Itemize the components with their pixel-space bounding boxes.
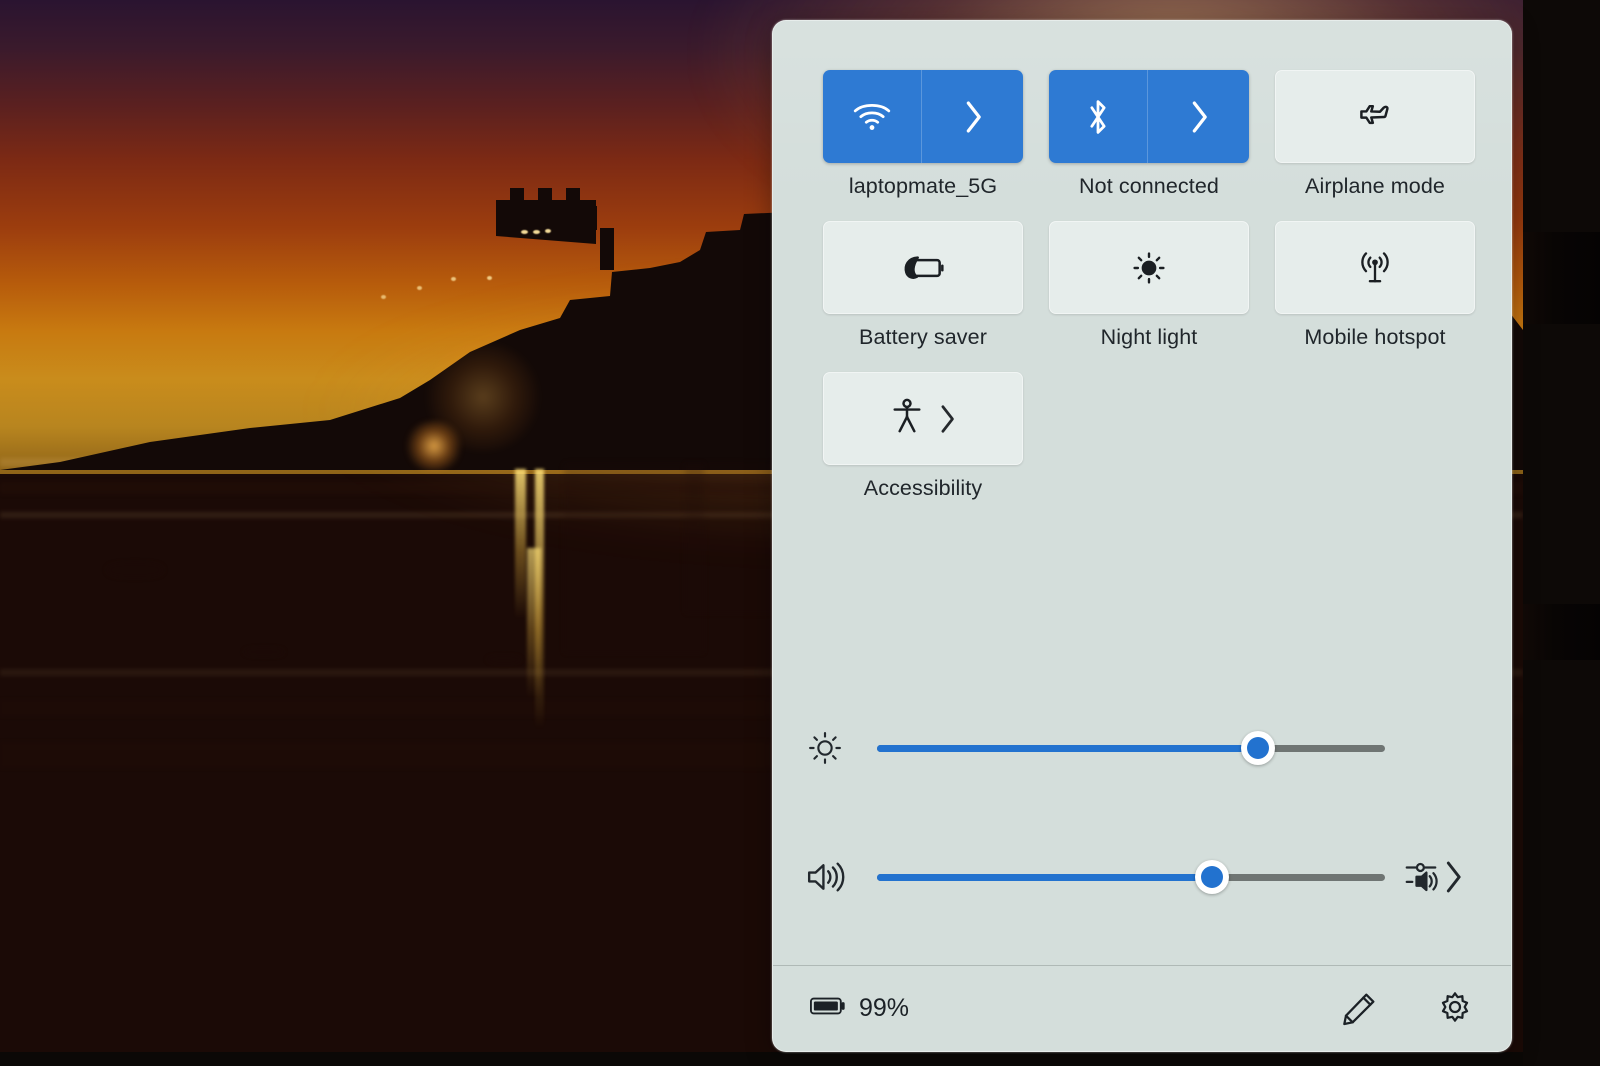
audio-output-chevron-right-icon[interactable]	[1443, 860, 1463, 894]
accessibility-person-icon[interactable]	[890, 397, 924, 440]
volume-high-icon	[773, 858, 877, 896]
tile-wifi[interactable]	[823, 70, 1023, 163]
audio-output-mixer-icon[interactable]	[1403, 857, 1439, 898]
desktop: laptopmate_5G Not connected Airplane mod…	[0, 0, 1600, 1066]
airplane-icon[interactable]	[1275, 70, 1475, 163]
footer-actions	[1339, 989, 1475, 1029]
brightness-slider-track[interactable]	[877, 731, 1385, 765]
quick-settings-panel[interactable]: laptopmate_5G Not connected Airplane mod…	[772, 20, 1512, 1052]
brightness-slider-fill	[877, 744, 1258, 752]
pencil-edit-icon[interactable]	[1339, 989, 1379, 1029]
tile-airplane-mode[interactable]	[1275, 70, 1475, 163]
tile-label-bluetooth: Not connected	[1079, 174, 1219, 198]
brightness-sun-icon[interactable]	[1049, 221, 1249, 314]
volume-slider-thumb[interactable]	[1195, 860, 1230, 894]
brightness-slider-thumb[interactable]	[1241, 731, 1275, 765]
quick-settings-tile-grid: laptopmate_5G Not connected Airplane mod…	[823, 70, 1475, 515]
quick-settings-footer: 99%	[773, 965, 1511, 1051]
tile-label-mobile-hotspot: Mobile hotspot	[1304, 325, 1446, 349]
gear-settings-icon[interactable]	[1435, 989, 1475, 1029]
tile-label-airplane-mode: Airplane mode	[1305, 174, 1445, 198]
audio-output-selector[interactable]	[1385, 857, 1511, 898]
battery-percent-label: 99%	[859, 994, 910, 1022]
battery-full-icon	[809, 994, 847, 1023]
background-dark-region-3	[1523, 660, 1600, 1066]
tile-row-3: Accessibility	[823, 372, 1475, 501]
wifi-icon[interactable]	[823, 70, 921, 163]
background-dark-region-2	[1523, 324, 1600, 604]
hotspot-icon[interactable]	[1275, 221, 1475, 314]
tile-accessibility[interactable]	[823, 372, 1023, 465]
brightness-slider-row[interactable]	[773, 718, 1511, 778]
volume-slider-fill	[877, 873, 1213, 881]
battery-saver-icon[interactable]	[823, 221, 1023, 314]
tile-mobile-hotspot[interactable]	[1275, 221, 1475, 314]
tile-label-battery-saver: Battery saver	[859, 325, 987, 349]
volume-slider-row[interactable]	[773, 847, 1511, 907]
tile-label-accessibility: Accessibility	[863, 476, 983, 500]
tile-battery-saver[interactable]	[823, 221, 1023, 314]
bluetooth-chevron-right-icon[interactable]	[1147, 70, 1249, 163]
bluetooth-icon[interactable]	[1049, 70, 1147, 163]
accessibility-chevron-right-icon[interactable]	[938, 404, 956, 434]
tile-row-2: Battery saver Night light Mobile hotspot	[823, 221, 1475, 350]
tile-row-1: laptopmate_5G Not connected Airplane mod…	[823, 70, 1475, 199]
battery-status[interactable]: 99%	[809, 994, 909, 1023]
volume-slider-track[interactable]	[877, 860, 1385, 894]
tile-label-night-light: Night light	[1100, 325, 1198, 349]
brightness-sun-icon	[773, 729, 877, 767]
tile-bluetooth[interactable]	[1049, 70, 1249, 163]
screen-bezel-bottom	[0, 1052, 1600, 1066]
tile-night-light[interactable]	[1049, 221, 1249, 314]
background-dark-region	[1523, 0, 1600, 232]
wifi-chevron-right-icon[interactable]	[921, 70, 1023, 163]
tile-label-wifi: laptopmate_5G	[848, 174, 998, 198]
